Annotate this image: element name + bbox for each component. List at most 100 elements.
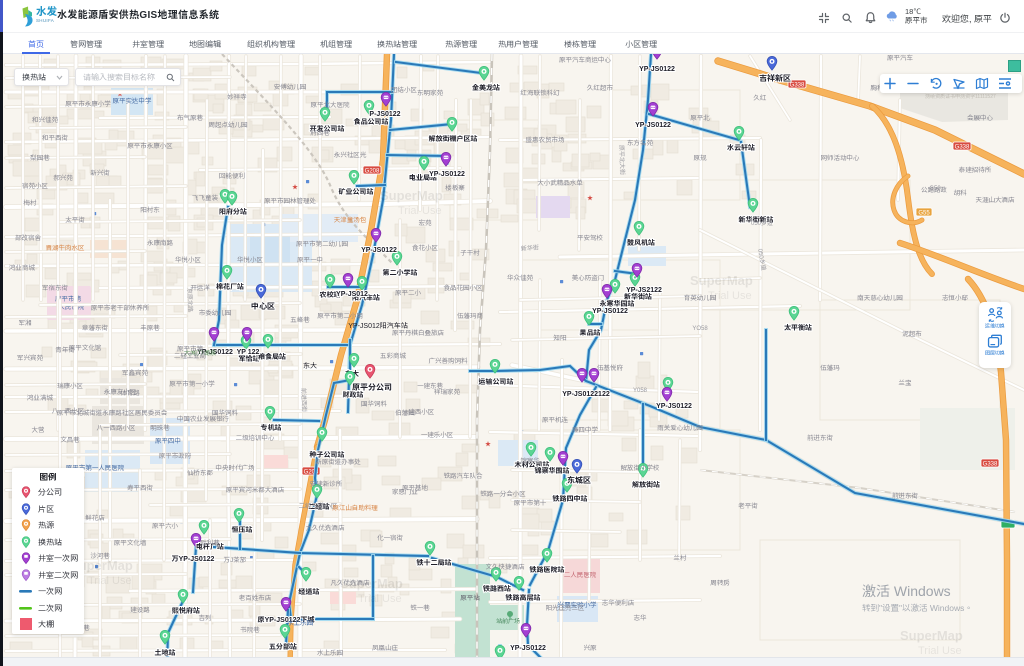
svg-text:章藩东街: 章藩东街 (82, 324, 109, 332)
svg-text:兴原: 兴原 (584, 644, 598, 652)
svg-text:永寒华园站: 永寒华园站 (600, 299, 635, 308)
svg-text:永康南路: 永康南路 (147, 239, 174, 247)
svg-text:SuperMap: SuperMap (380, 188, 443, 203)
svg-text:原平实达中学: 原平实达中学 (113, 97, 153, 105)
svg-text:家愿门业: 家愿门业 (392, 488, 419, 496)
svg-text:志华便利店: 志华便利店 (602, 599, 635, 607)
svg-text:原平市第: 原平市第 (177, 345, 204, 353)
svg-text:铁路一分会小区: 铁路一分会小区 (480, 490, 526, 498)
svg-text:原平文化墙: 原平文化墙 (114, 539, 147, 547)
svg-text:化一宿街: 化一宿街 (377, 534, 404, 542)
svg-text:丰原巷: 丰原巷 (140, 325, 160, 332)
svg-text:国华饲料: 国华饲料 (361, 400, 388, 408)
svg-text:食品公司站: 食品公司站 (354, 118, 389, 126)
svg-text:G50: G50 (929, 186, 941, 192)
svg-text:和平西街: 和平西街 (41, 134, 69, 142)
svg-text:泥超布: 泥超布 (902, 330, 922, 338)
svg-text:原平机连: 原平机连 (542, 416, 569, 424)
svg-text:八一西小区: 八一西小区 (52, 408, 85, 415)
svg-text:原平市园林管理处: 原平市园林管理处 (264, 197, 317, 205)
svg-text:YP-JS0122: YP-JS0122 (635, 122, 671, 129)
svg-text:铁十二局站: 铁十二局站 (417, 558, 452, 567)
svg-text:原平北: 原平北 (690, 114, 710, 122)
svg-text:二人民医院: 二人民医院 (564, 571, 597, 579)
svg-text:原规: 原规 (694, 155, 708, 162)
svg-text:G208: G208 (365, 168, 380, 174)
svg-text:YP-JS0122: YP-JS0122 (656, 403, 692, 410)
svg-text:南天慈心幼儿园: 南天慈心幼儿园 (856, 294, 903, 302)
svg-text:军宿东街: 军宿东街 (42, 284, 69, 292)
svg-text:原江山自助料理: 原江山自助料理 (332, 504, 378, 512)
svg-text:铁路西站: 铁路西站 (483, 584, 511, 593)
svg-text:铁路四中站: 铁路四中站 (553, 494, 588, 503)
svg-text:锦察华围站: 锦察华围站 (535, 466, 570, 475)
svg-text:万YP-JS0122: 万YP-JS0122 (172, 555, 215, 563)
svg-text:子干村: 子干村 (460, 249, 480, 257)
svg-text:九久优选酒店: 九久优选酒店 (306, 524, 346, 532)
svg-text:原平北大医院: 原平北大医院 (311, 101, 351, 109)
svg-text:原平丹棋白叠旅店: 原平丹棋白叠旅店 (392, 329, 445, 337)
svg-text:军湘: 军湘 (19, 319, 32, 327)
svg-text:种子公司站: 种子公司站 (310, 450, 345, 459)
svg-text:府西巷: 府西巷 (310, 129, 330, 137)
svg-text:大营: 大营 (32, 427, 46, 434)
svg-text:★: ★ (485, 441, 491, 448)
svg-text:周起点幼儿园: 周起点幼儿园 (209, 122, 248, 129)
svg-text:市委幼儿园: 市委幼儿园 (199, 309, 232, 317)
svg-text:YP-JS012阳汽车站: YP-JS012阳汽车站 (348, 321, 408, 330)
svg-text:YP-JS0122: YP-JS0122 (429, 171, 465, 178)
svg-text:YP-JS0122: YP-JS0122 (510, 645, 546, 652)
svg-text:SuperMap: SuperMap (340, 576, 403, 591)
svg-text:大小武精品水单: 大小武精品水单 (537, 179, 583, 187)
svg-text:太平街: 太平街 (65, 216, 85, 224)
svg-text:Trial Use: Trial Use (918, 645, 962, 657)
svg-text:华众佳苑: 华众佳苑 (507, 274, 534, 282)
svg-text:二轻工业局: 二轻工业局 (174, 352, 207, 360)
svg-text:老平街: 老平街 (738, 502, 758, 510)
svg-text:经适站: 经适站 (299, 587, 320, 596)
svg-text:原平分公司: 原平分公司 (352, 383, 392, 392)
svg-text:解放街站: 解放街站 (632, 480, 660, 489)
svg-text:晋湖牛肉水区: 晋湖牛肉水区 (46, 244, 86, 252)
svg-text:原平市第十: 原平市第十 (514, 499, 547, 507)
svg-text:食花小区: 食花小区 (412, 244, 439, 252)
svg-text:飞飞童装: 飞飞童装 (192, 194, 219, 202)
svg-text:铁路医院站: 铁路医院站 (530, 565, 565, 574)
svg-text:YP-JS0122: YP-JS0122 (592, 308, 628, 315)
svg-text:书院巷: 书院巷 (240, 626, 260, 634)
svg-text:果品站: 果品站 (580, 329, 601, 337)
svg-text:万J茶邡: 万J茶邡 (224, 556, 247, 564)
svg-text:安傅幼儿园: 安傅幼儿园 (274, 83, 307, 91)
svg-text:雨关爱心幼儿园: 雨关爱心幼儿园 (657, 424, 703, 432)
svg-text:转到"设置"以激活 Windows。: 转到"设置"以激活 Windows。 (862, 603, 973, 613)
svg-text:吉列: 吉列 (199, 615, 213, 622)
svg-text:国华饲料: 国华饲料 (212, 409, 239, 417)
svg-text:兰村: 兰村 (674, 554, 688, 562)
svg-text:军兴宾苑: 军兴宾苑 (17, 354, 44, 362)
svg-text:YP-JS0122: YP-JS0122 (639, 66, 675, 73)
svg-text:仙桥东郡: 仙桥东郡 (187, 469, 214, 477)
svg-text:东大: 东大 (303, 362, 318, 370)
svg-text:体育路: 体育路 (120, 389, 140, 397)
svg-text:文昌巷: 文昌巷 (60, 436, 80, 444)
svg-text:八一西路小区: 八一西路小区 (97, 424, 137, 432)
svg-text:兰宝: 兰宝 (899, 379, 913, 387)
svg-text:阳光庄亮三区: 阳光庄亮三区 (546, 604, 586, 612)
svg-text:铁路汽车队合: 铁路汽车队合 (444, 472, 484, 480)
svg-text:明珠巷: 明珠巷 (150, 424, 170, 432)
svg-text:水云轩站: 水云轩站 (727, 143, 755, 152)
svg-text:东方名苑: 东方名苑 (627, 139, 654, 147)
svg-text:Trial Use: Trial Use (708, 290, 752, 302)
svg-text:锦察华: 锦察华 (520, 457, 540, 465)
svg-text:YP-JS0122122: YP-JS0122122 (562, 391, 610, 398)
svg-text:原平汽车商运中心: 原平汽车商运中心 (559, 56, 612, 64)
svg-text:测绘资质证书甲测资字11111527: 测绘资质证书甲测资字11111527 (925, 93, 996, 100)
svg-text:原平市老干部休养所: 原平市老干部休养所 (91, 304, 150, 312)
svg-text:军恰站: 军恰站 (239, 355, 260, 363)
svg-text:Trial Use: Trial Use (88, 575, 132, 587)
svg-text:五分部站: 五分部站 (269, 642, 297, 651)
svg-text:激活 Windows: 激活 Windows (862, 583, 951, 599)
svg-text:永兴社区光: 永兴社区光 (334, 151, 367, 159)
svg-text:Y058: Y058 (633, 388, 648, 394)
svg-text:Trial Use: Trial Use (398, 205, 442, 217)
